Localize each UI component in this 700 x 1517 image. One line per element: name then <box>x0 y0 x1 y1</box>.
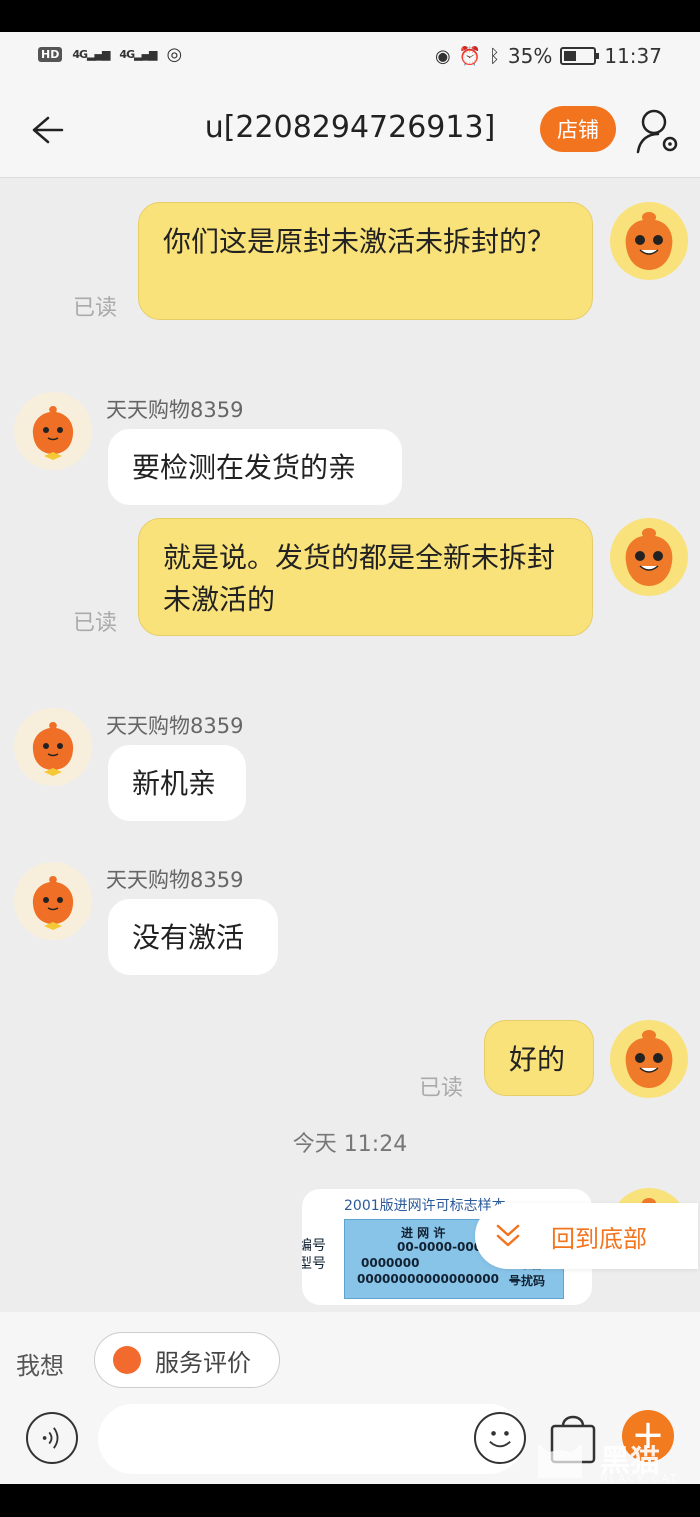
mascot-avatar-icon <box>625 528 673 586</box>
signal-1-icon: 4G▂▄▆ <box>72 48 110 61</box>
license-line-1: 进 网 许 <box>401 1226 446 1240</box>
read-receipt: 已读 <box>419 1076 464 1101</box>
outgoing-message[interactable]: 就是说。发货的都是全新未拆封未激活的 <box>138 518 593 636</box>
voice-icon[interactable] <box>26 1412 78 1464</box>
side-label-2: 型号 <box>302 1256 326 1272</box>
clock: 11:37 <box>604 44 662 68</box>
input-bar: + <box>0 1404 700 1484</box>
incoming-message[interactable]: 没有激活 <box>108 899 278 975</box>
message-text: 好的 <box>509 1043 566 1076</box>
quick-reply-label: 我想 <box>16 1352 64 1380</box>
bluetooth-icon: ᛒ <box>489 45 500 67</box>
outgoing-message[interactable]: 你们这是原封未激活未拆封的？ <box>138 202 593 320</box>
quick-reply-bar: 我想 服务评价 <box>0 1312 700 1404</box>
eye-icon: ◉ <box>434 45 451 67</box>
message-text: 要检测在发货的亲 <box>132 451 357 484</box>
jump-to-bottom-button[interactable]: 回到底部 <box>475 1203 698 1269</box>
status-right: ◉ ⏰ ᛒ 35% 11:37 <box>435 44 662 68</box>
read-receipt: 已读 <box>73 296 118 321</box>
outgoing-message[interactable]: 好的 <box>484 1020 594 1096</box>
license-line-3: 0000000 <box>361 1256 420 1270</box>
service-rating-chip[interactable]: 服务评价 <box>94 1332 280 1388</box>
alarm-icon: ⏰ <box>458 45 482 67</box>
chip-label: 服务评价 <box>155 1348 251 1377</box>
my-avatar[interactable] <box>610 1020 688 1098</box>
seller-avatar[interactable] <box>14 862 92 940</box>
mascot-avatar-icon <box>32 406 74 460</box>
network-type-1: 4G <box>72 48 88 61</box>
battery-icon <box>560 47 600 65</box>
sender-name: 天天购物8359 <box>106 714 244 738</box>
status-bar: HD 4G▂▄▆ 4G▂▄▆ ◎ ◉ ⏰ ᛒ 35% 11:37 <box>0 32 700 84</box>
jump-to-bottom-label: 回到底部 <box>551 1224 647 1253</box>
hd-badge: HD <box>38 47 63 62</box>
mascot-avatar-icon <box>625 212 673 270</box>
message-text: 就是说。发货的都是全新未拆封未激活的 <box>163 541 556 616</box>
incoming-message[interactable]: 新机亲 <box>108 745 246 821</box>
message-input[interactable] <box>98 1404 524 1474</box>
battery-percent: 35% <box>507 44 553 68</box>
chat-timestamp: 今天 11:24 <box>292 1132 408 1157</box>
message-text: 没有激活 <box>132 921 245 954</box>
signal-2-icon: 4G▂▄▆ <box>119 48 157 61</box>
my-avatar[interactable] <box>610 202 688 280</box>
seller-avatar[interactable] <box>14 392 92 470</box>
battery-fill <box>564 51 576 61</box>
incoming-message[interactable]: 要检测在发货的亲 <box>108 429 402 505</box>
back-arrow-icon[interactable] <box>26 110 66 150</box>
shop-button[interactable]: 店铺 <box>540 106 616 152</box>
message-text: 新机亲 <box>132 767 217 800</box>
user-settings-icon[interactable] <box>636 106 680 156</box>
emoji-icon[interactable] <box>474 1412 526 1464</box>
chat-title: u[2208294726913] <box>204 110 496 145</box>
seller-avatar[interactable] <box>14 708 92 786</box>
mascot-avatar-icon <box>32 876 74 930</box>
side-label-1: 编号 <box>302 1238 326 1254</box>
message-list[interactable]: 你们这是原封未激活未拆封的？ 已读 天天购物8359 要检测在发货的亲 就是说。… <box>0 178 700 1341</box>
chat-screen: HD 4G▂▄▆ 4G▂▄▆ ◎ ◉ ⏰ ᛒ 35% 11:37 u[22082… <box>0 32 700 1484</box>
hotspot-icon: ◎ <box>166 44 183 65</box>
sender-name: 天天购物8359 <box>106 868 244 892</box>
status-left: HD 4G▂▄▆ 4G▂▄▆ ◎ <box>38 44 182 65</box>
sender-name: 天天购物8359 <box>106 398 244 422</box>
plus-icon[interactable]: + <box>622 1410 674 1462</box>
chat-header: u[2208294726913] 店铺 <box>0 84 700 178</box>
top-black-strip <box>0 0 700 32</box>
mascot-avatar-icon <box>32 722 74 776</box>
double-chevron-down-icon <box>496 1224 520 1247</box>
image-caption: 2001版进网许可标志样本 <box>344 1198 506 1214</box>
bottom-black-strip <box>0 1484 700 1517</box>
image-side-labels: 编号 型号 <box>302 1237 326 1273</box>
network-type-2: 4G <box>119 48 135 61</box>
my-avatar[interactable] <box>610 518 688 596</box>
mascot-avatar-icon <box>625 1030 673 1088</box>
license-line-2: 00-0000-000 <box>397 1240 483 1254</box>
shopping-bag-icon[interactable] <box>548 1408 598 1466</box>
license-line-4: 00000000000000000 <box>357 1272 499 1286</box>
rating-flower-icon <box>113 1346 141 1374</box>
message-text: 你们这是原封未激活未拆封的？ <box>163 225 556 258</box>
read-receipt: 已读 <box>73 611 118 636</box>
